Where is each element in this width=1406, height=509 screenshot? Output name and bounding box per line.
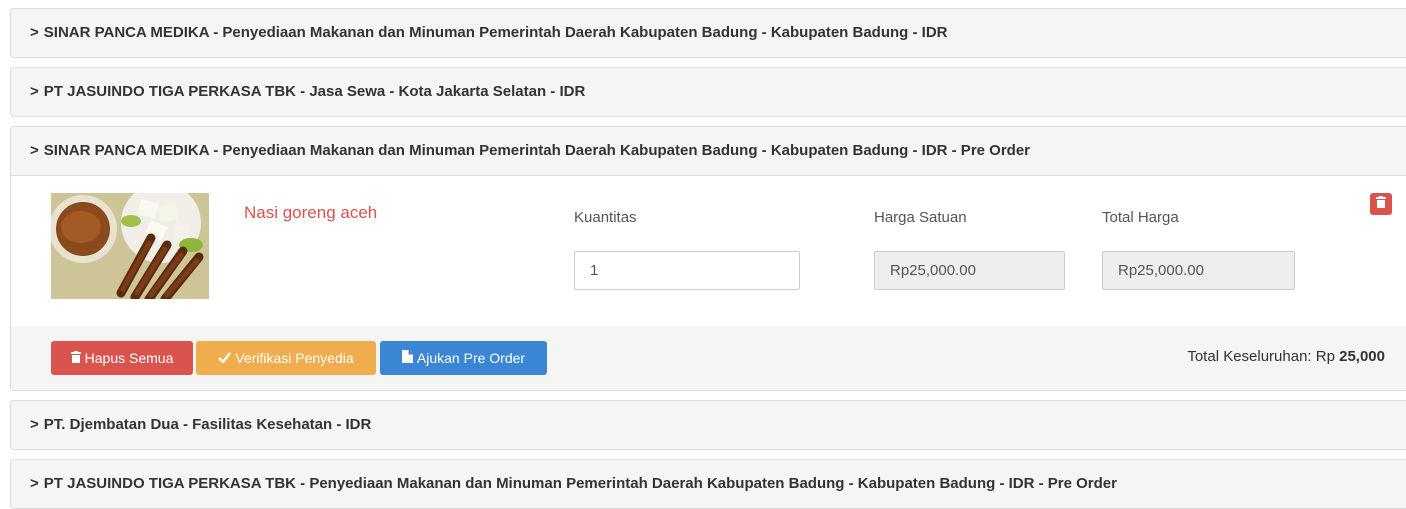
vendor-group-5[interactable]: > PT JASUINDO TIGA PERKASA TBK - Penyedia… <box>10 459 1406 509</box>
group-footer: Hapus Semua Verifikasi Penyedia Ajukan P… <box>11 326 1406 390</box>
check-icon <box>218 350 232 366</box>
delete-all-label: Hapus Semua <box>84 350 174 366</box>
vendor-group-title: PT JASUINDO TIGA PERKASA TBK - Penyediaa… <box>43 475 1117 492</box>
vendor-group-heading[interactable]: > SINAR PANCA MEDIKA - Penyediaan Makanan… <box>11 9 1406 57</box>
vendor-group-2[interactable]: > PT JASUINDO TIGA PERKASA TBK - Jasa Sew… <box>10 67 1406 117</box>
chevron-right-icon: > <box>30 24 39 41</box>
vendor-group-title: PT JASUINDO TIGA PERKASA TBK - Jasa Sewa… <box>43 83 586 100</box>
vendor-group-title: SINAR PANCA MEDIKA - Penyediaan Makanan … <box>43 24 948 41</box>
chevron-right-icon: > <box>30 416 39 433</box>
submit-pre-order-label: Ajukan Pre Order <box>416 350 526 366</box>
unit-price-field: Rp25,000.00 <box>874 251 1065 290</box>
vendor-group-3[interactable]: > SINAR PANCA MEDIKA - Penyediaan Makanan… <box>10 126 1406 391</box>
vendor-group-1[interactable]: > SINAR PANCA MEDIKA - Penyediaan Makanan… <box>10 8 1406 58</box>
chevron-right-icon: > <box>30 475 39 492</box>
vendor-group-title: SINAR PANCA MEDIKA - Penyediaan Makanan … <box>43 142 1031 159</box>
file-icon <box>401 350 413 366</box>
submit-pre-order-button[interactable]: Ajukan Pre Order <box>380 341 547 375</box>
grand-total-value: 25,000 <box>1339 348 1385 365</box>
grand-total-label: Total Keseluruhan: Rp <box>1187 348 1335 365</box>
trash-icon <box>1376 195 1386 213</box>
quantity-label: Kuantitas <box>574 209 637 226</box>
trash-icon <box>70 350 81 366</box>
chevron-right-icon: > <box>30 142 39 159</box>
vendor-group-heading[interactable]: > PT. Djembatan Dua - Fasilitas Kesehatan… <box>11 401 1406 449</box>
verify-vendor-label: Verifikasi Penyedia <box>235 350 354 366</box>
total-price-field: Rp25,000.00 <box>1102 251 1295 290</box>
cart-item-row: Nasi goreng aceh Kuantitas 1 Harga Satua… <box>11 175 1406 326</box>
vendor-group-title: PT. Djembatan Dua - Fasilitas Kesehatan … <box>43 416 372 433</box>
vendor-group-heading[interactable]: > SINAR PANCA MEDIKA - Penyediaan Makanan… <box>11 127 1406 175</box>
vendor-group-heading[interactable]: > PT JASUINDO TIGA PERKASA TBK - Penyedia… <box>11 460 1406 508</box>
product-name[interactable]: Nasi goreng aceh <box>244 203 377 223</box>
grand-total: Total Keseluruhan: Rp 25,000 <box>1187 348 1385 365</box>
total-price-label: Total Harga <box>1102 209 1179 226</box>
quantity-input[interactable]: 1 <box>574 251 800 290</box>
unit-price-label: Harga Satuan <box>874 209 967 226</box>
vendor-group-4[interactable]: > PT. Djembatan Dua - Fasilitas Kesehatan… <box>10 400 1406 450</box>
delete-all-button[interactable]: Hapus Semua <box>51 341 193 375</box>
vendor-group-heading[interactable]: > PT JASUINDO TIGA PERKASA TBK - Jasa Sew… <box>11 68 1406 116</box>
verify-vendor-button[interactable]: Verifikasi Penyedia <box>196 341 376 375</box>
product-image <box>51 193 209 299</box>
delete-item-button[interactable] <box>1370 193 1392 215</box>
chevron-right-icon: > <box>30 83 39 100</box>
